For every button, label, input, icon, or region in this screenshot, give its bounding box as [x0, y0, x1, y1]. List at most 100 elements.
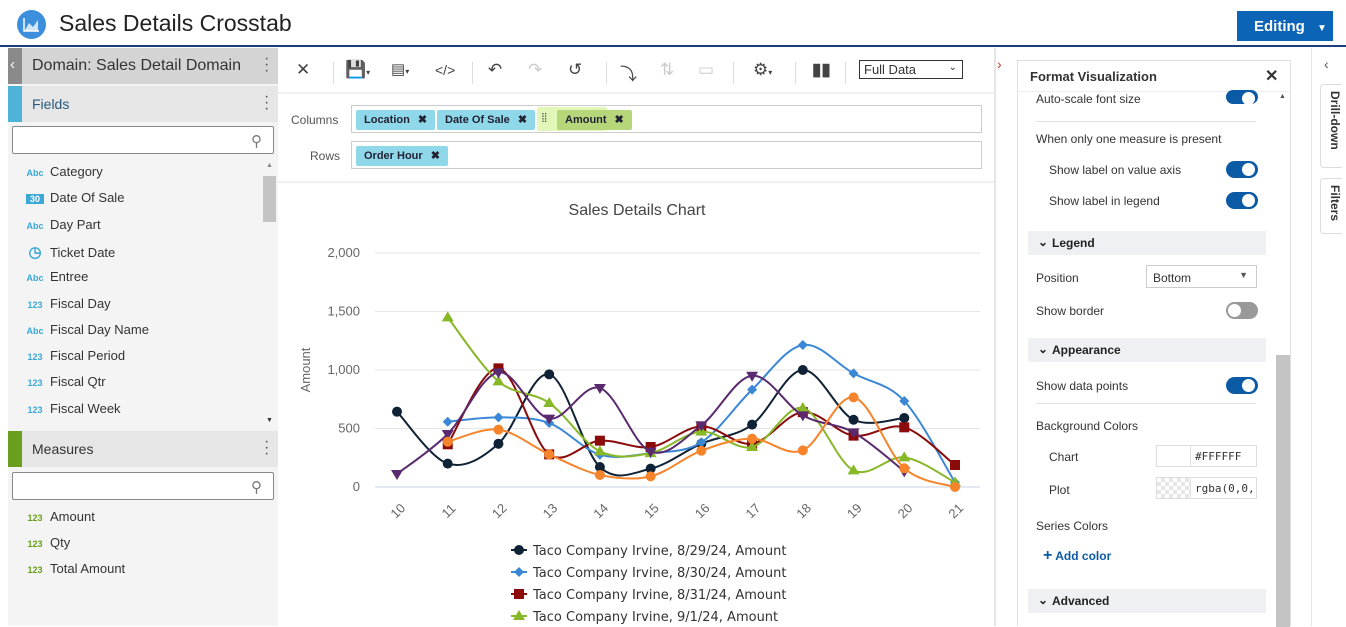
field-item[interactable]: 123 Total Amount — [26, 561, 125, 581]
data-point[interactable] — [441, 311, 454, 322]
field-item[interactable]: 123 Qty — [26, 535, 70, 555]
tab-drill-down[interactable]: Drill-down — [1320, 84, 1342, 168]
legend-item[interactable]: Taco Company Irvine, 8/30/24, Amount — [511, 566, 786, 581]
field-item[interactable]: 123 Amount — [26, 509, 94, 529]
legend-position-select[interactable]: Bottom ▼ — [1146, 265, 1257, 288]
data-point[interactable] — [493, 438, 504, 449]
data-point[interactable] — [543, 396, 556, 407]
domain-menu-icon[interactable]: · · · — [264, 51, 269, 79]
close-icon[interactable]: ✕ — [1265, 66, 1278, 86]
fields-search-input[interactable] — [12, 126, 274, 154]
field-item[interactable]: Abc Category — [26, 164, 102, 184]
editing-button[interactable]: Editing ▼ — [1237, 11, 1333, 41]
column-chip-amount[interactable]: Amount ✖ — [557, 110, 632, 130]
remove-icon[interactable]: ✖ — [518, 114, 527, 126]
data-point[interactable] — [950, 482, 960, 492]
data-point[interactable] — [747, 433, 758, 444]
remove-icon[interactable]: ✖ — [418, 114, 427, 126]
measures-menu-icon[interactable]: · · · — [264, 434, 269, 462]
data-point[interactable] — [899, 412, 910, 423]
tab-filters[interactable]: Filters — [1320, 178, 1342, 234]
collapse-left-icon[interactable]: ‹ — [8, 48, 22, 84]
data-point[interactable] — [899, 422, 910, 433]
row-chip-order-hour[interactable]: Order Hour ✖ — [356, 146, 448, 166]
show-label-axis-toggle[interactable] — [1226, 161, 1258, 178]
data-point[interactable] — [392, 406, 402, 417]
field-item[interactable]: 30 Date Of Sale — [26, 190, 124, 210]
field-item[interactable]: 123 Fiscal Period — [26, 348, 125, 368]
data-point[interactable] — [848, 392, 859, 403]
data-point[interactable] — [391, 470, 403, 481]
chart-title: Sales Details Chart — [569, 202, 707, 219]
code-icon[interactable]: </> — [435, 62, 455, 78]
legend-item[interactable]: Taco Company Irvine, 9/1/24, Amount — [511, 610, 778, 625]
show-border-toggle[interactable] — [1226, 302, 1258, 319]
data-point[interactable] — [950, 460, 960, 471]
data-point[interactable] — [899, 463, 910, 474]
column-chip-date-of-sale[interactable]: Date Of Sale ✖ — [437, 110, 536, 130]
data-point[interactable] — [594, 469, 605, 480]
fields-scrollbar[interactable]: ▲ ▼ — [263, 162, 276, 424]
chart-color-input[interactable]: #FFFFFF — [1156, 445, 1257, 467]
swap-axes-icon[interactable]: ⤵ — [620, 60, 637, 85]
field-item[interactable]: ◷ Ticket Date — [26, 243, 115, 263]
close-icon[interactable]: ✕ — [296, 60, 310, 80]
legend-section[interactable]: ⌄ Legend — [1028, 231, 1266, 255]
x-tick-label: 19 — [844, 500, 865, 521]
legend-item[interactable]: Taco Company Irvine, 8/31/24, Amount — [511, 588, 786, 603]
data-point[interactable] — [493, 424, 504, 435]
data-point[interactable] — [645, 471, 656, 482]
data-point[interactable] — [593, 445, 606, 456]
data-point[interactable] — [848, 414, 859, 425]
measures-search-input[interactable] — [12, 472, 274, 500]
legend-item[interactable]: Taco Company Irvine, 8/29/24, Amount — [511, 544, 786, 559]
data-point[interactable] — [847, 464, 860, 475]
data-point[interactable] — [544, 449, 555, 460]
expand-side-icon[interactable]: ‹ — [1324, 56, 1329, 72]
appearance-section[interactable]: ⌄ Appearance — [1028, 338, 1266, 362]
chart-type-icon[interactable]: ▮▮ — [812, 60, 831, 80]
data-point[interactable] — [797, 365, 808, 375]
settings-icon[interactable]: ⚙▾ — [753, 60, 772, 80]
undo-icon[interactable]: ↶ — [488, 60, 502, 80]
data-point[interactable] — [593, 384, 606, 395]
plot-color-label: Plot — [1049, 483, 1070, 497]
fields-menu-icon[interactable]: · · · — [264, 89, 269, 117]
search-icon[interactable]: ⚲ — [251, 132, 262, 150]
remove-icon[interactable]: ✖ — [431, 150, 440, 162]
add-color-button[interactable]: + Add color — [1043, 547, 1111, 565]
field-item[interactable]: 123 Fiscal Week — [26, 401, 120, 421]
data-point[interactable] — [442, 458, 453, 469]
data-point[interactable] — [544, 369, 555, 380]
format-scrollbar[interactable]: ▲ — [1276, 91, 1290, 627]
column-chip-location[interactable]: Location ✖ — [356, 110, 436, 130]
show-label-legend-toggle[interactable] — [1226, 192, 1258, 209]
data-point[interactable] — [442, 436, 453, 447]
collapse-format-icon[interactable]: › — [997, 56, 1002, 72]
data-point[interactable] — [442, 416, 453, 427]
data-point[interactable] — [594, 435, 605, 446]
field-item[interactable]: Abc Fiscal Day Name — [26, 322, 148, 342]
field-item[interactable]: 123 Fiscal Qtr — [26, 374, 105, 394]
rows-shelf[interactable]: Order Hour ✖ — [351, 141, 982, 169]
plot-color-input[interactable]: rgba(0,0, — [1156, 477, 1257, 499]
remove-icon[interactable]: ✖ — [615, 114, 624, 126]
data-point[interactable] — [493, 412, 504, 423]
columns-shelf[interactable]: Location ✖ Date Of Sale ✖ ⣿ Amount ✖ — [351, 105, 982, 133]
data-point[interactable] — [797, 339, 808, 350]
advanced-section[interactable]: ⌄ Advanced — [1028, 589, 1266, 613]
auto-scale-toggle[interactable] — [1226, 90, 1258, 105]
reset-icon[interactable]: ↺ — [568, 60, 582, 80]
export-icon[interactable]: ▤▾ — [391, 60, 409, 78]
data-point[interactable] — [747, 419, 758, 430]
field-item[interactable]: 123 Fiscal Day — [26, 296, 110, 316]
field-item[interactable]: Abc Entree — [26, 269, 88, 289]
save-icon[interactable]: 💾▾ — [345, 60, 370, 80]
show-points-toggle[interactable] — [1226, 377, 1258, 394]
field-item[interactable]: Abc Day Part — [26, 217, 100, 237]
data-mode-select[interactable]: Full Data ⌄ — [859, 60, 963, 79]
search-icon[interactable]: ⚲ — [251, 478, 262, 496]
data-point[interactable] — [797, 445, 808, 456]
data-point[interactable] — [696, 445, 707, 456]
drag-handle-icon[interactable]: ⣿ — [541, 112, 548, 123]
